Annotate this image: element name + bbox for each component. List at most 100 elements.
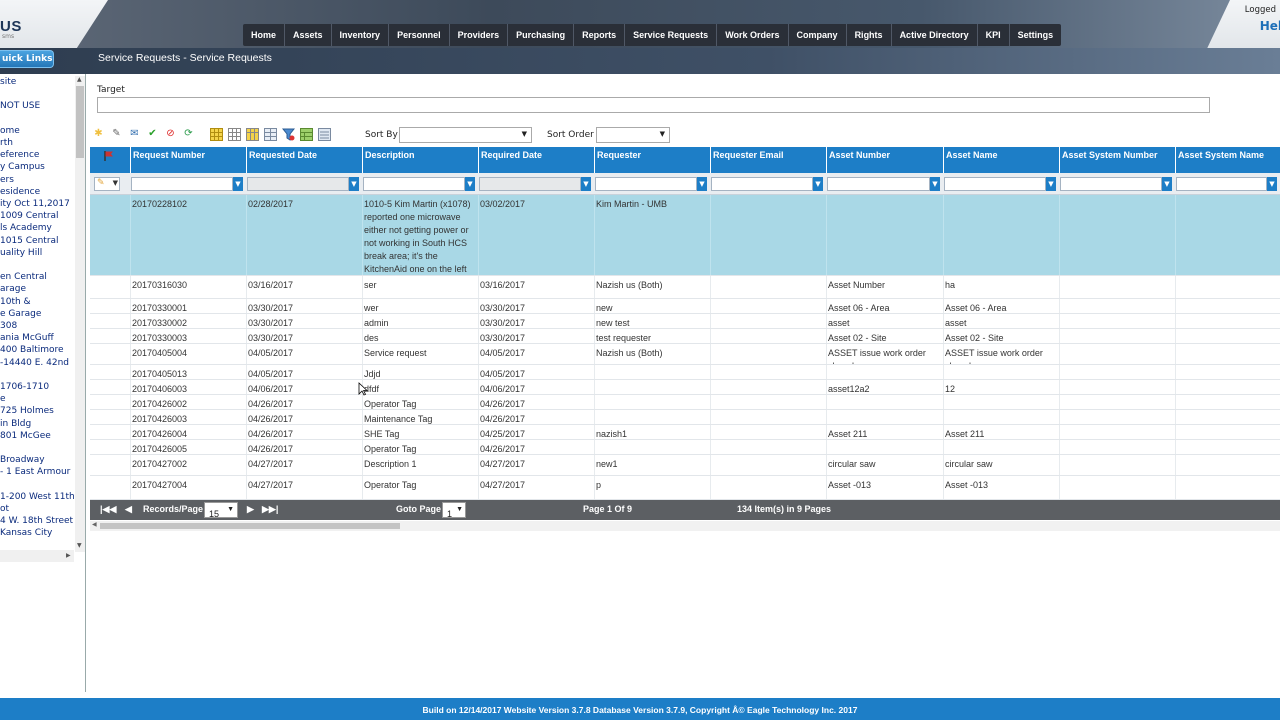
filter-icon[interactable]: ▼ <box>697 177 707 191</box>
nav-item-settings[interactable]: Settings <box>1010 24 1062 46</box>
column-header-requester-email[interactable]: Requester Email <box>710 147 826 173</box>
scroll-down-icon[interactable]: ▼ <box>77 542 82 549</box>
sidebar-item[interactable]: ers <box>0 174 74 186</box>
sidebar-item[interactable]: 801 McGee <box>0 430 74 442</box>
sidebar-item[interactable]: en Central <box>0 271 74 283</box>
sidebar-item[interactable]: 10th & <box>0 296 74 308</box>
sidebar-hscrollbar[interactable]: ▶ <box>0 550 74 562</box>
sidebar-item[interactable]: site <box>0 76 74 88</box>
sidebar-item[interactable]: y Campus <box>0 161 74 173</box>
filter-input[interactable] <box>1176 177 1267 191</box>
target-input[interactable] <box>97 97 1210 113</box>
settings-grid-icon[interactable] <box>318 127 331 141</box>
prev-page-icon[interactable]: ◀ <box>125 504 132 515</box>
filter-input[interactable] <box>1060 177 1162 191</box>
filter-icon[interactable]: ▼ <box>1046 177 1056 191</box>
sidebar-item[interactable]: - 1 East Armour <box>0 466 74 478</box>
filter-icon[interactable]: ▼ <box>465 177 475 191</box>
filter-input[interactable] <box>827 177 930 191</box>
column-header-asset-system-name[interactable]: Asset System Name <box>1175 147 1280 173</box>
sidebar-scroll-thumb[interactable] <box>76 86 84 158</box>
sidebar-item[interactable]: uality Hill <box>0 247 74 259</box>
last-page-icon[interactable]: ▶▶| <box>262 504 278 515</box>
nav-item-rights[interactable]: Rights <box>847 24 892 46</box>
column-header-asset-name[interactable]: Asset Name <box>943 147 1059 173</box>
scroll-right-icon[interactable]: ▶ <box>66 552 71 559</box>
filter-icon[interactable]: ▼ <box>1162 177 1172 191</box>
table-row[interactable]: 20170228102 02/28/2017 1010-5 Kim Martin (… <box>90 195 1280 276</box>
filter-input[interactable] <box>711 177 813 191</box>
cancel-icon[interactable]: ⊘ <box>164 128 177 141</box>
column-header-asset-system-number[interactable]: Asset System Number <box>1059 147 1175 173</box>
sidebar-item[interactable]: 4 W. 18th Street <box>0 515 74 527</box>
table-row[interactable]: 20170426004 04/26/2017 SHE Tag 04/25/2017 na… <box>90 425 1280 440</box>
quick-links-button[interactable]: uick Links <box>0 50 54 68</box>
grid-layout-icon[interactable] <box>264 127 277 141</box>
grid-hscrollbar[interactable]: ◀ <box>90 521 1280 531</box>
nav-item-purchasing[interactable]: Purchasing <box>508 24 575 46</box>
sidebar-item[interactable]: 1009 Central <box>0 210 74 222</box>
sidebar-item[interactable]: Kansas City <box>0 527 74 539</box>
filter-input[interactable] <box>131 177 233 191</box>
sidebar-item[interactable]: arage <box>0 283 74 295</box>
goto-page-select[interactable]: 1 ▼ <box>442 502 466 519</box>
table-row[interactable]: 20170426003 04/26/2017 Maintenance Tag 04/2… <box>90 410 1280 425</box>
new-icon[interactable]: ✱ <box>92 128 105 141</box>
next-page-icon[interactable]: ▶ <box>247 504 254 515</box>
sidebar-item[interactable]: e Garage <box>0 308 74 320</box>
filter-icon[interactable]: ▼ <box>813 177 823 191</box>
filter-clear-icon[interactable] <box>282 128 295 141</box>
filter-icon[interactable]: ▼ <box>581 177 591 191</box>
nav-item-kpi[interactable]: KPI <box>978 24 1010 46</box>
sidebar-item[interactable]: ome <box>0 125 74 137</box>
sidebar-item[interactable]: ity Oct 11,2017 <box>0 198 74 210</box>
sidebar-item[interactable]: in Bldg <box>0 418 74 430</box>
sidebar-item[interactable]: 725 Holmes <box>0 405 74 417</box>
sidebar-item[interactable]: 1015 Central <box>0 235 74 247</box>
table-row[interactable]: 20170330003 03/30/2017 des 03/30/2017 test r… <box>90 329 1280 344</box>
export-icon[interactable]: ⟳ <box>182 128 195 141</box>
filter-input[interactable] <box>247 177 349 191</box>
sidebar-item[interactable]: e <box>0 393 74 405</box>
filter-input[interactable] <box>595 177 697 191</box>
table-row[interactable]: 20170427002 04/27/2017 Description 1 04/27/… <box>90 455 1280 476</box>
column-header-requested-date[interactable]: Requested Date <box>246 147 362 173</box>
nav-item-inventory[interactable]: Inventory <box>332 24 390 46</box>
column-header-required-date[interactable]: Required Date <box>478 147 594 173</box>
table-row[interactable]: 20170427004 04/27/2017 Operator Tag 04/27/2… <box>90 476 1280 500</box>
sort-order-select[interactable]: ▼ <box>596 127 670 143</box>
nav-item-home[interactable]: Home <box>243 24 286 46</box>
grid-view-icon[interactable] <box>228 127 241 141</box>
sidebar-item[interactable]: 308 <box>0 320 74 332</box>
approve-icon[interactable]: ✔ <box>146 128 159 141</box>
sidebar-item[interactable]: -14440 E. 42nd <box>0 357 74 369</box>
sidebar-item[interactable]: Broadway <box>0 454 74 466</box>
grid-columns-icon[interactable] <box>246 127 259 141</box>
sidebar-item[interactable]: 400 Baltimore <box>0 344 74 356</box>
first-page-icon[interactable]: |◀◀ <box>100 504 116 515</box>
filter-icon[interactable]: ▼ <box>930 177 940 191</box>
sidebar-item[interactable]: 1706-1710 <box>0 381 74 393</box>
grid-icon[interactable] <box>210 127 223 141</box>
column-header-asset-number[interactable]: Asset Number <box>826 147 943 173</box>
nav-item-active-directory[interactable]: Active Directory <box>892 24 978 46</box>
table-row[interactable]: 20170405004 04/05/2017 Service request 04/0… <box>90 344 1280 365</box>
group-icon[interactable] <box>300 127 313 141</box>
filter-input[interactable] <box>479 177 581 191</box>
nav-item-service-requests[interactable]: Service Requests <box>625 24 718 46</box>
table-row[interactable]: 20170406003 04/06/2017 dfdf 04/06/2017 asset… <box>90 380 1280 395</box>
sidebar-item[interactable]: 1-200 West 11th <box>0 491 74 503</box>
scroll-left-icon[interactable]: ◀ <box>92 521 97 528</box>
filter-icon[interactable]: ▼ <box>349 177 359 191</box>
edit-icon[interactable]: ✎ <box>110 128 123 141</box>
table-row[interactable]: 20170330001 03/30/2017 wer 03/30/2017 new Ass… <box>90 299 1280 314</box>
email-icon[interactable]: ✉ <box>128 128 141 141</box>
table-row[interactable]: 20170405013 04/05/2017 Jdjd 04/05/2017 <box>90 365 1280 380</box>
sidebar-item[interactable]: NOT USE <box>0 100 74 112</box>
nav-item-assets[interactable]: Assets <box>285 24 332 46</box>
nav-item-personnel[interactable]: Personnel <box>389 24 450 46</box>
sidebar-item[interactable]: ania McGuff <box>0 332 74 344</box>
nav-item-reports[interactable]: Reports <box>574 24 626 46</box>
nav-item-company[interactable]: Company <box>789 24 847 46</box>
table-row[interactable]: 20170330002 03/30/2017 admin 03/30/2017 new … <box>90 314 1280 329</box>
